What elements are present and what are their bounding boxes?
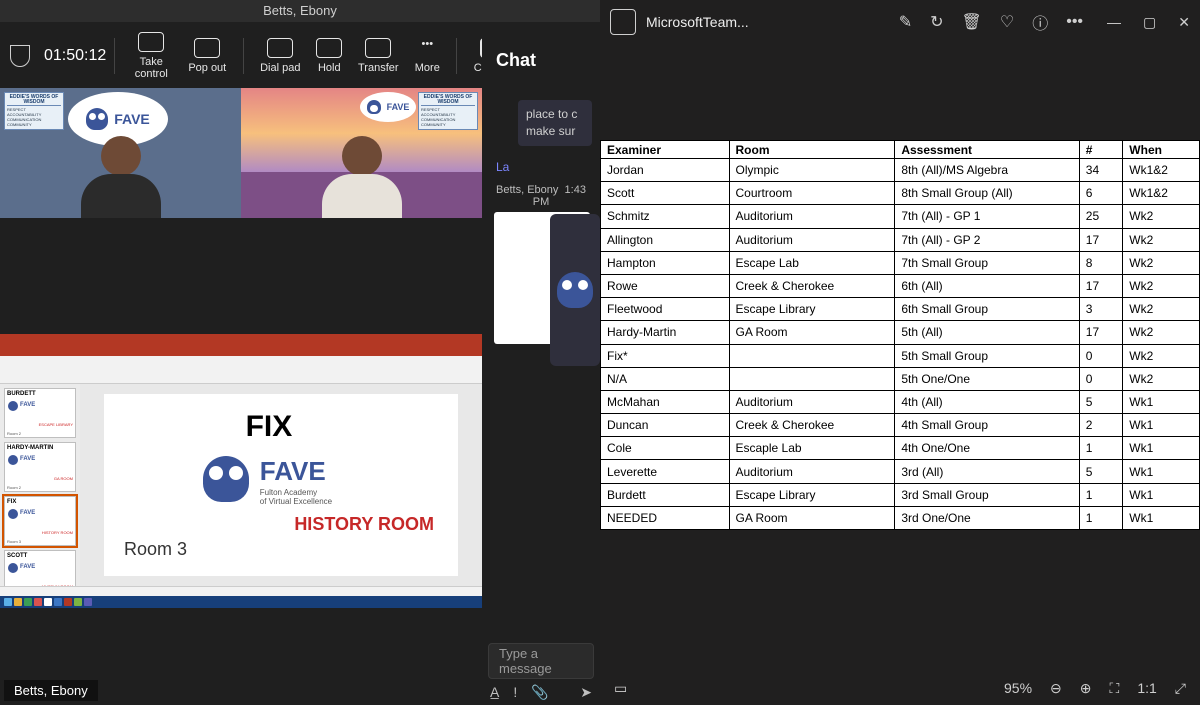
fit-icon[interactable]: ⛶ <box>1110 680 1120 697</box>
image-icon <box>610 9 636 35</box>
more-button[interactable]: •••More <box>406 38 448 74</box>
slide-thumb[interactable]: SCOTTFAVEMUSEUM ROOMRoom 3 <box>4 550 76 586</box>
col-header: Room <box>729 141 895 159</box>
close-button[interactable]: ✕ <box>1178 14 1190 31</box>
col-header: When <box>1123 141 1200 159</box>
owl-icon <box>557 272 593 308</box>
table-row: McMahanAuditorium4th (All)5Wk1 <box>601 390 1200 413</box>
active-slide: FIX FAVE Fulton Academyof Virtual Excell… <box>104 394 458 576</box>
shared-powerpoint[interactable]: BURDETTFAVEESCAPE LIBRARYRoom 2HARDY-MAR… <box>0 334 482 600</box>
owl-icon <box>367 100 381 114</box>
zoom-out-icon[interactable]: ⊖ <box>1050 680 1062 697</box>
mission-poster: EDDIE'S WORDS OF WISDOM RESPECTACCOUNTAB… <box>4 92 64 130</box>
take-control-button[interactable]: Take control <box>123 32 179 80</box>
filmstrip-icon[interactable]: ▭ <box>614 680 627 697</box>
info-icon[interactable]: ⓘ <box>1032 10 1048 34</box>
video-grid: EDDIE'S WORDS OF WISDOM RESPECTACCOUNTAB… <box>0 88 482 218</box>
delete-icon[interactable]: 🗑 <box>962 12 982 32</box>
participant-video-2[interactable]: FAVE EDDIE'S WORDS OF WISDOM RESPECTACCO… <box>241 88 482 218</box>
edit-icon[interactable]: ✎ <box>899 12 912 32</box>
attach-icon[interactable]: 📎 <box>531 684 548 701</box>
call-timer: 01:50:12 <box>44 47 106 65</box>
more-icon[interactable]: ••• <box>1066 13 1083 31</box>
table-row: ScottCourtroom8th Small Group (All)6Wk1&… <box>601 182 1200 205</box>
image-message[interactable] <box>550 214 600 366</box>
viewer-title: MicrosoftTeam... <box>646 14 749 30</box>
zoom-in-icon[interactable]: ⊕ <box>1080 680 1092 697</box>
table-row: Fix*5th Small Group0Wk2 <box>601 344 1200 367</box>
image-viewer: MicrosoftTeam... ✎ ↻ 🗑 ♡ ⓘ ••• — ▢ ✕ Exa… <box>600 0 1200 705</box>
table-row: JordanOlympic8th (All)/MS Algebra34Wk1&2 <box>601 159 1200 182</box>
minimize-button[interactable]: — <box>1107 14 1121 31</box>
transfer-button[interactable]: Transfer <box>350 38 406 74</box>
owl-icon <box>203 456 249 502</box>
slide-thumbnails[interactable]: BURDETTFAVEESCAPE LIBRARYRoom 2HARDY-MAR… <box>0 384 80 586</box>
priority-icon[interactable]: ! <box>513 684 517 700</box>
chat-header: Chat <box>482 22 600 100</box>
table-row: NEEDEDGA Room3rd One/One1Wk1 <box>601 506 1200 529</box>
slide-thumb[interactable]: HARDY-MARTINFAVEGA ROOMRoom 2 <box>4 442 76 492</box>
slide-thumb[interactable]: BURDETTFAVEESCAPE LIBRARYRoom 2 <box>4 388 76 438</box>
table-row: LeveretteAuditorium3rd (All)5Wk1 <box>601 460 1200 483</box>
col-header: # <box>1079 141 1123 159</box>
mission-poster: EDDIE'S WORDS OF WISDOM RESPECTACCOUNTAB… <box>418 92 478 130</box>
table-row: FleetwoodEscape Library6th Small Group3W… <box>601 298 1200 321</box>
dial-pad-button[interactable]: Dial pad <box>252 38 308 74</box>
table-row: AllingtonAuditorium7th (All) - GP 217Wk2 <box>601 228 1200 251</box>
compose-input[interactable]: Type a message <box>488 643 594 679</box>
table-row: DuncanCreek & Cherokee4th Small Group2Wk… <box>601 414 1200 437</box>
table-row: BurdettEscape Library3rd Small Group1Wk1 <box>601 483 1200 506</box>
owl-icon <box>86 108 108 130</box>
chat-message[interactable]: place to c make sur <box>518 100 592 146</box>
schedule-table: ExaminerRoomAssessment#When JordanOlympi… <box>600 140 1200 530</box>
windows-taskbar[interactable] <box>0 596 482 608</box>
table-row: N/A5th One/One0Wk2 <box>601 367 1200 390</box>
person-silhouette <box>317 136 407 218</box>
window-title: Betts, Ebony <box>0 0 600 22</box>
participant-name-tag: Betts, Ebony <box>4 680 98 701</box>
person-silhouette <box>76 136 166 218</box>
slide-thumb[interactable]: FIXFAVEHISTORY ROOMRoom 3 <box>4 496 76 546</box>
pop-out-button[interactable]: Pop out <box>179 38 235 74</box>
maximize-button[interactable]: ▢ <box>1143 14 1156 31</box>
format-icon[interactable]: A̲ <box>490 684 499 700</box>
zoom-level: 95% <box>1004 680 1032 696</box>
actual-size-icon[interactable]: 1:1 <box>1137 680 1156 696</box>
col-header: Assessment <box>895 141 1079 159</box>
fave-logo: FAVE <box>360 92 416 122</box>
fullscreen-icon[interactable]: ⤢ <box>1175 680 1186 697</box>
participant-video-1[interactable]: EDDIE'S WORDS OF WISDOM RESPECTACCOUNTAB… <box>0 88 241 218</box>
compose-toolbar[interactable]: A̲ ! 📎 ➤ <box>490 683 592 701</box>
col-header: Examiner <box>601 141 730 159</box>
shield-icon[interactable] <box>10 45 30 67</box>
favorite-icon[interactable]: ♡ <box>1000 12 1014 32</box>
chat-meta: Betts, Ebony 1:43 PM <box>490 184 592 208</box>
chat-link[interactable]: La <box>496 160 592 174</box>
table-row: SchmitzAuditorium7th (All) - GP 125Wk2 <box>601 205 1200 228</box>
table-row: RoweCreek & Cherokee6th (All)17Wk2 <box>601 274 1200 297</box>
send-icon[interactable]: ➤ <box>580 684 592 701</box>
table-row: Hardy-MartinGA Room5th (All)17Wk2 <box>601 321 1200 344</box>
hold-button[interactable]: Hold <box>308 38 350 74</box>
rotate-icon[interactable]: ↻ <box>930 12 943 32</box>
table-row: HamptonEscape Lab7th Small Group8Wk2 <box>601 251 1200 274</box>
table-row: ColeEscaple Lab4th One/One1Wk1 <box>601 437 1200 460</box>
